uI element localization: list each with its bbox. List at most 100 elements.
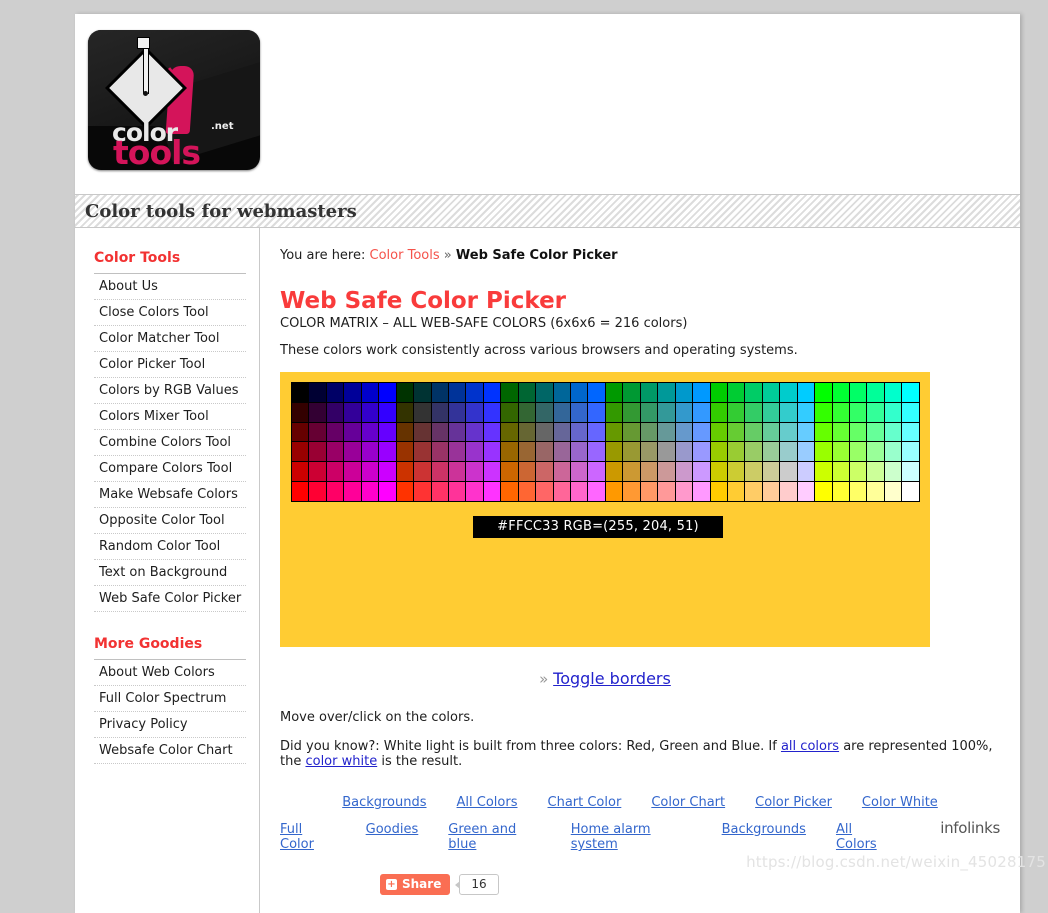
color-swatch[interactable] — [483, 481, 502, 502]
list-item[interactable]: Full Color Spectrum — [94, 686, 246, 712]
color-swatch[interactable] — [605, 462, 624, 482]
color-swatch[interactable] — [902, 383, 920, 403]
color-swatch[interactable] — [623, 442, 641, 463]
color-swatch[interactable] — [658, 383, 676, 403]
color-swatch[interactable] — [518, 402, 537, 423]
color-swatch[interactable] — [832, 481, 850, 502]
list-item[interactable]: Close Colors Tool — [94, 300, 246, 326]
sidebar-item-opposite-color-tool[interactable]: Opposite Color Tool — [94, 508, 246, 533]
color-swatch[interactable] — [361, 442, 380, 463]
color-swatch[interactable] — [867, 462, 885, 482]
color-swatch[interactable] — [693, 402, 711, 423]
color-swatch[interactable] — [884, 462, 903, 482]
list-item[interactable]: Random Color Tool — [94, 534, 246, 560]
sidebar-item-color-matcher-tool[interactable]: Color Matcher Tool — [94, 326, 246, 351]
color-swatch[interactable] — [727, 383, 746, 403]
sidebar-item-compare-colors-tool[interactable]: Compare Colors Tool — [94, 456, 246, 481]
color-swatch[interactable] — [675, 442, 694, 463]
color-swatch[interactable] — [344, 402, 362, 423]
list-item[interactable]: Colors Mixer Tool — [94, 404, 246, 430]
color-swatch[interactable] — [431, 481, 449, 502]
sidebar-item-close-colors-tool[interactable]: Close Colors Tool — [94, 300, 246, 325]
color-swatch[interactable] — [414, 442, 432, 463]
color-swatch[interactable] — [588, 442, 606, 463]
color-swatch[interactable] — [344, 462, 362, 482]
color-swatch[interactable] — [850, 462, 868, 482]
color-swatch[interactable] — [431, 383, 449, 403]
color-swatch[interactable] — [553, 422, 571, 443]
color-swatch[interactable] — [501, 383, 519, 403]
color-swatch[interactable] — [884, 422, 903, 443]
color-swatch[interactable] — [762, 422, 781, 443]
sidebar-item-web-safe-color-picker[interactable]: Web Safe Color Picker — [94, 586, 246, 611]
color-swatch[interactable] — [553, 442, 571, 463]
color-swatch[interactable] — [693, 481, 711, 502]
color-swatch[interactable] — [884, 402, 903, 423]
list-item[interactable]: Web Safe Color Picker — [94, 586, 246, 612]
color-swatch[interactable] — [553, 462, 571, 482]
color-swatch[interactable] — [675, 383, 694, 403]
footer-link-chart-color[interactable]: Chart Color — [548, 795, 622, 810]
color-swatch[interactable] — [414, 383, 432, 403]
footer-link-green-and-blue[interactable]: Green and blue — [448, 822, 540, 852]
color-swatch[interactable] — [762, 462, 781, 482]
color-swatch[interactable] — [483, 383, 502, 403]
color-swatch[interactable] — [292, 422, 310, 443]
footer-link-all-colors-1[interactable]: All Colors — [457, 795, 518, 810]
color-swatch[interactable] — [762, 481, 781, 502]
sidebar-item-about-us[interactable]: About Us — [94, 274, 246, 299]
color-swatch[interactable] — [466, 383, 484, 403]
color-swatch[interactable] — [710, 462, 728, 482]
color-swatch[interactable] — [902, 481, 920, 502]
color-swatch[interactable] — [396, 383, 415, 403]
list-item[interactable]: Color Picker Tool — [94, 352, 246, 378]
color-swatch[interactable] — [483, 462, 502, 482]
color-swatch[interactable] — [588, 481, 606, 502]
color-swatch[interactable] — [501, 462, 519, 482]
color-swatch[interactable] — [780, 422, 798, 443]
list-item[interactable]: Opposite Color Tool — [94, 508, 246, 534]
color-swatch[interactable] — [850, 402, 868, 423]
color-swatch[interactable] — [379, 402, 397, 423]
color-swatch[interactable] — [292, 383, 310, 403]
color-swatch[interactable] — [588, 383, 606, 403]
color-swatch[interactable] — [693, 383, 711, 403]
color-swatch[interactable] — [762, 383, 781, 403]
color-swatch[interactable] — [797, 383, 816, 403]
site-logo[interactable]: color .net tools — [88, 30, 260, 170]
footer-link-backgrounds-2[interactable]: Backgrounds — [722, 822, 806, 837]
color-swatch[interactable] — [396, 422, 415, 443]
color-swatch[interactable] — [431, 462, 449, 482]
color-swatch[interactable] — [605, 402, 624, 423]
color-swatch[interactable] — [361, 481, 380, 502]
color-swatch[interactable] — [309, 462, 327, 482]
color-swatch[interactable] — [832, 442, 850, 463]
color-swatch[interactable] — [396, 442, 415, 463]
color-swatch[interactable] — [326, 462, 345, 482]
color-swatch[interactable] — [379, 383, 397, 403]
color-swatch[interactable] — [344, 481, 362, 502]
color-swatch[interactable] — [431, 422, 449, 443]
color-swatch[interactable] — [431, 442, 449, 463]
color-swatch[interactable] — [745, 481, 763, 502]
color-swatch[interactable] — [292, 462, 310, 482]
color-swatch[interactable] — [536, 442, 554, 463]
sidebar-item-about-web-colors[interactable]: About Web Colors — [94, 660, 246, 685]
color-swatch[interactable] — [640, 462, 659, 482]
color-swatch[interactable] — [309, 442, 327, 463]
color-swatch[interactable] — [448, 442, 467, 463]
color-swatch[interactable] — [884, 481, 903, 502]
color-swatch[interactable] — [309, 481, 327, 502]
color-swatch[interactable] — [553, 383, 571, 403]
color-swatch[interactable] — [466, 402, 484, 423]
color-swatch[interactable] — [867, 481, 885, 502]
link-color-white[interactable]: color white — [305, 754, 377, 769]
color-swatch[interactable] — [640, 481, 659, 502]
color-swatch[interactable] — [658, 442, 676, 463]
color-swatch[interactable] — [815, 462, 833, 482]
color-swatch[interactable] — [326, 481, 345, 502]
color-swatch[interactable] — [448, 383, 467, 403]
color-swatch[interactable] — [518, 442, 537, 463]
color-swatch[interactable] — [762, 442, 781, 463]
color-swatch[interactable] — [501, 402, 519, 423]
